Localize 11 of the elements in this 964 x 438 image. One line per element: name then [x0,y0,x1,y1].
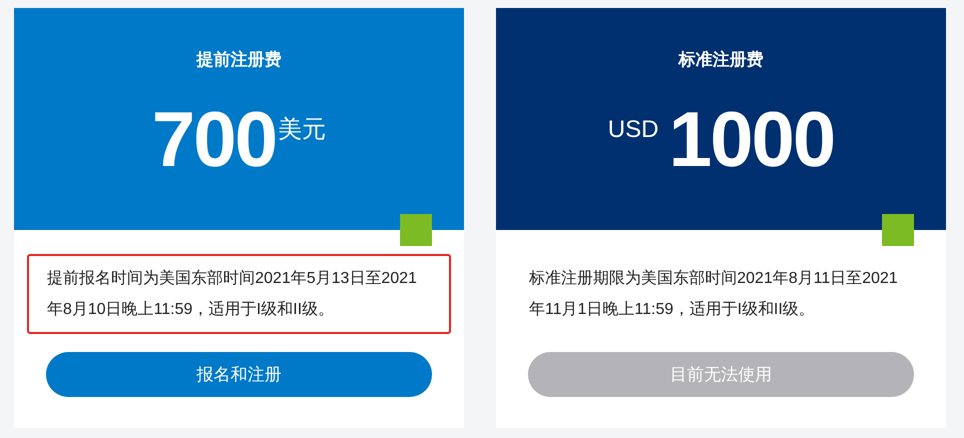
currency-label: USD [608,116,659,144]
register-button[interactable]: 报名和注册 [46,352,432,397]
price-description: 提前报名时间为美国东部时间2021年5月13日至2021年8月10日晚上11:59，适用于I级和II级。 [27,254,451,334]
card-title: 提前注册费 [196,49,282,71]
price-amount: 700 [152,94,276,184]
corner-square [400,214,432,246]
price-amount: 1000 [668,94,834,184]
price-description: 标准注册期限为美国东部时间2021年8月11日至2021年11月1日晚上11:59，适用于I级和II级。 [528,268,899,320]
corner-square [882,214,914,246]
card-title: 标准注册费 [678,49,764,71]
currency-label: 美元 [278,116,326,144]
